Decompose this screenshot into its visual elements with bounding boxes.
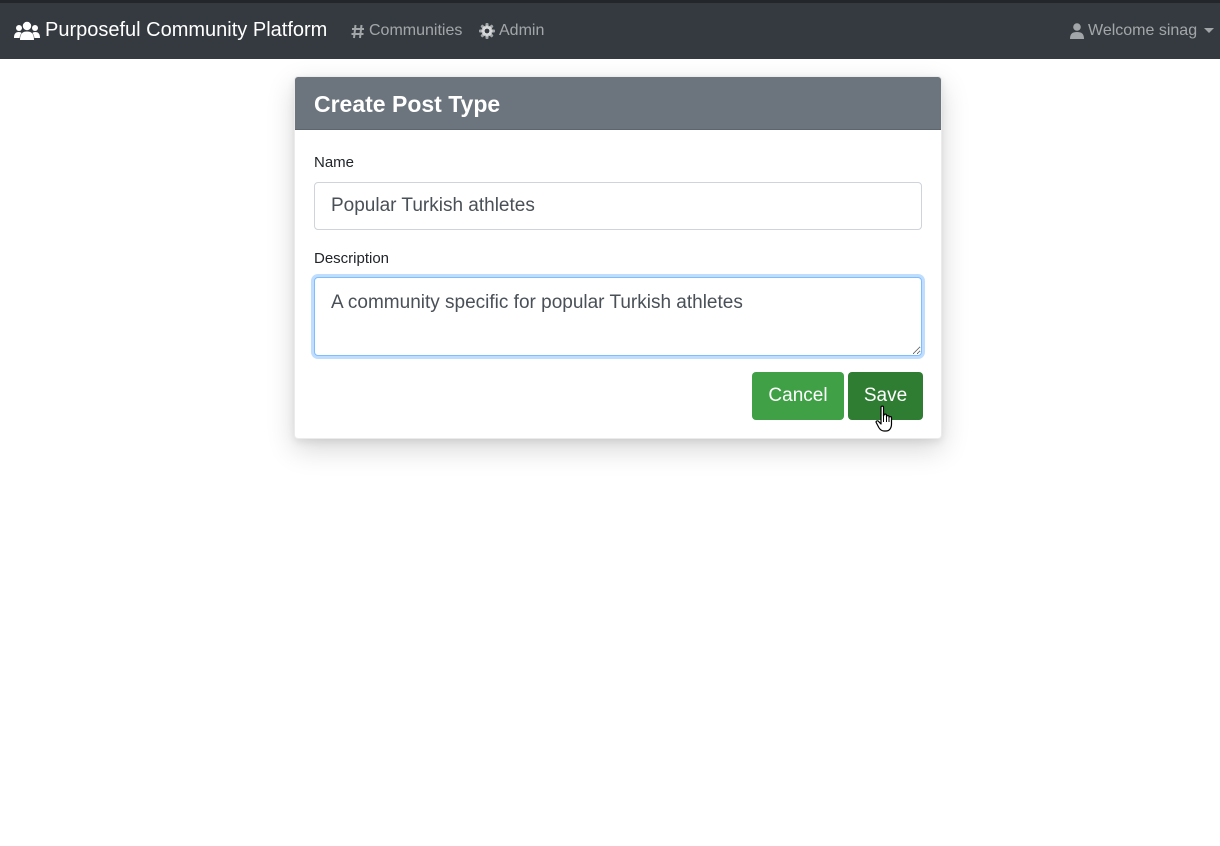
cancel-button[interactable]: Cancel <box>752 372 844 420</box>
create-post-type-card: Create Post Type Name Description A comm… <box>294 76 942 439</box>
nav-admin[interactable]: Admin <box>479 22 544 40</box>
users-icon <box>14 21 40 40</box>
nav-admin-label: Admin <box>499 22 545 39</box>
card-title: Create Post Type <box>295 77 941 130</box>
caret-down-icon <box>1204 27 1215 33</box>
user-menu-label: Welcome sinag <box>1088 22 1198 39</box>
nav-communities[interactable]: Communities <box>351 22 462 40</box>
hashtag-icon <box>351 24 365 39</box>
user-menu-toggle[interactable]: Welcome sinag <box>1070 22 1215 40</box>
name-input[interactable] <box>314 182 922 230</box>
description-label: Description <box>314 250 390 267</box>
brand-title: Purposeful Community Platform <box>45 19 328 41</box>
user-icon <box>1070 23 1084 39</box>
gear-icon <box>479 23 495 39</box>
brand-link[interactable]: Purposeful Community Platform <box>14 19 327 42</box>
save-button[interactable]: Save <box>848 372 923 420</box>
name-label: Name <box>314 154 355 171</box>
description-textarea[interactable]: A community specific for popular Turkish… <box>314 277 922 356</box>
top-navbar: Purposeful Community Platform Communitie… <box>0 0 1220 59</box>
nav-communities-label: Communities <box>369 22 463 39</box>
